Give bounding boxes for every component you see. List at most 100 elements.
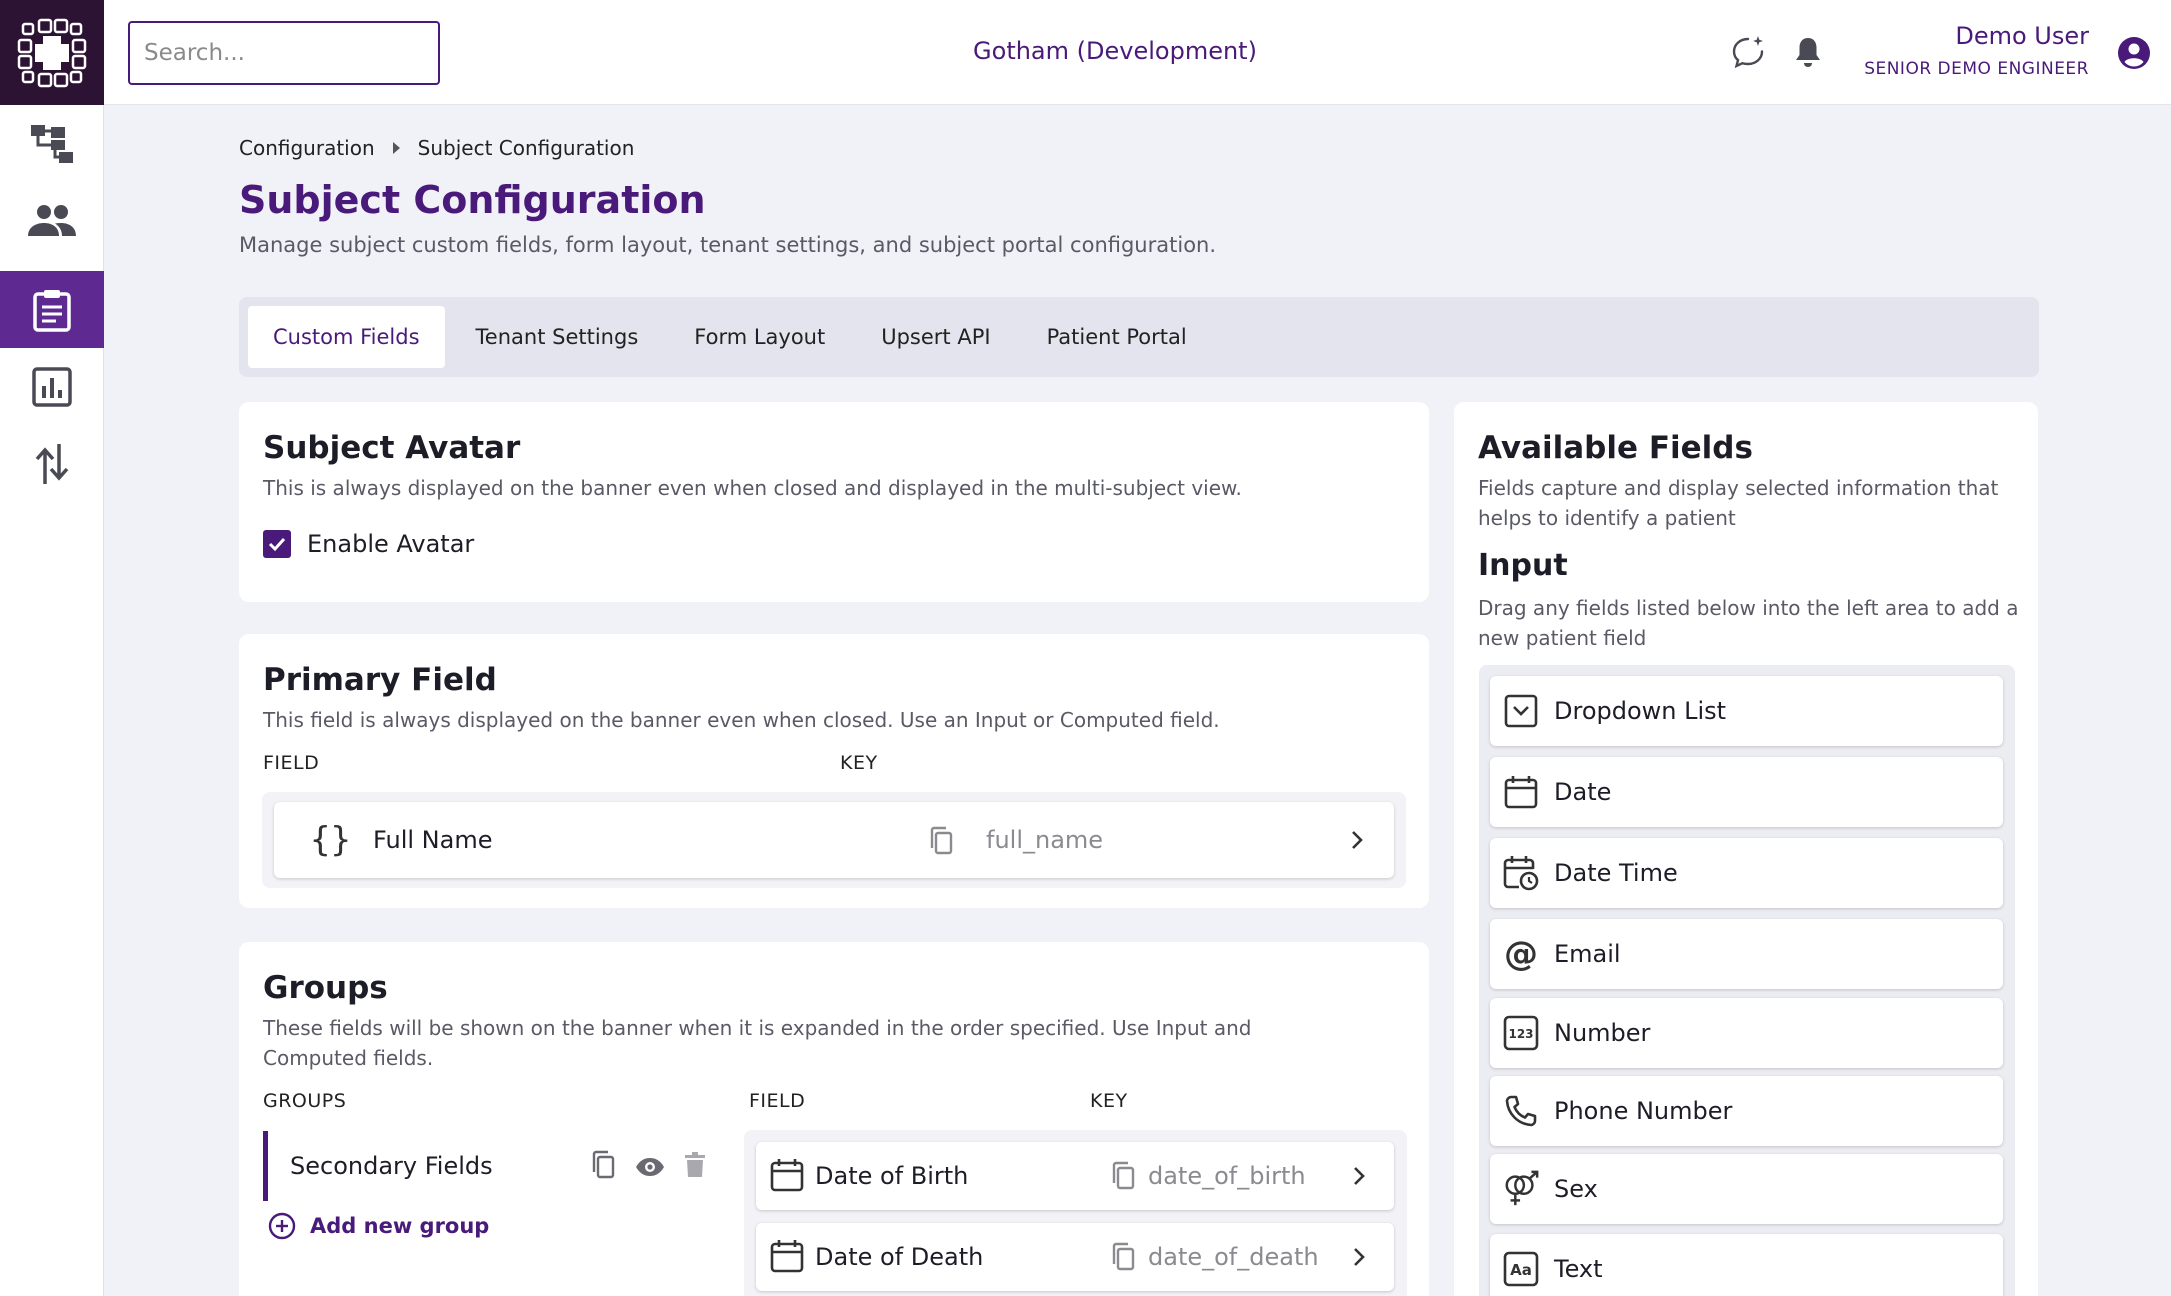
available-field-text[interactable]: Aa Text xyxy=(1490,1234,2003,1296)
available-fields-description-line2: helps to identify a patient xyxy=(1478,506,1736,530)
sidebar-item-reports[interactable] xyxy=(0,348,104,425)
groups-column-header: GROUPS xyxy=(263,1090,347,1112)
swap-vertical-icon xyxy=(35,443,69,484)
eye-icon[interactable] xyxy=(635,1155,665,1183)
available-fields-title: Available Fields xyxy=(1478,430,1753,466)
add-group-button[interactable]: Add new group xyxy=(268,1212,489,1240)
group-field-row[interactable]: Date of Death date_of_death xyxy=(756,1223,1394,1291)
number-icon: 123 xyxy=(1502,1014,1540,1052)
phone-icon xyxy=(1502,1092,1540,1130)
breadcrumb-chevron-icon xyxy=(392,142,400,154)
tab-custom-fields[interactable]: Custom Fields xyxy=(248,306,445,368)
tab-patient-portal[interactable]: Patient Portal xyxy=(1022,306,1212,368)
logo-icon xyxy=(17,18,87,87)
available-field-label: Phone Number xyxy=(1554,1097,1733,1125)
available-fields-description-line1: Fields capture and display selected info… xyxy=(1478,476,1999,500)
sidebar-item-subject-configuration[interactable] xyxy=(0,271,104,348)
enable-avatar-label: Enable Avatar xyxy=(307,530,475,558)
copy-icon[interactable] xyxy=(1110,1242,1136,1278)
sidebar xyxy=(0,105,104,1296)
breadcrumb: Configuration Subject Configuration xyxy=(239,136,634,160)
user-avatar[interactable] xyxy=(2117,36,2151,70)
add-circle-icon xyxy=(268,1212,296,1240)
tab-form-layout[interactable]: Form Layout xyxy=(669,306,850,368)
user-name[interactable]: Demo User xyxy=(1955,22,2089,50)
primary-field-key: full_name xyxy=(986,826,1104,854)
chevron-right-icon[interactable] xyxy=(1352,1165,1366,1193)
subject-avatar-description: This is always displayed on the banner e… xyxy=(263,476,1242,500)
page-subtitle: Manage subject custom fields, form layou… xyxy=(239,233,1217,257)
available-field-label: Sex xyxy=(1554,1175,1598,1203)
available-field-label: Date Time xyxy=(1554,859,1678,887)
bar-chart-icon xyxy=(32,366,72,407)
chevron-right-icon[interactable] xyxy=(1350,829,1364,857)
gender-icon xyxy=(1502,1170,1540,1208)
primary-field-card: Primary Field This field is always displ… xyxy=(239,634,1429,908)
chat-sparkle-icon xyxy=(1732,36,1764,69)
checkbox-checked-icon[interactable] xyxy=(263,530,291,558)
available-field-dropdown-list[interactable]: Dropdown List xyxy=(1490,676,2003,746)
ai-chat-button[interactable] xyxy=(1728,32,1768,72)
copy-icon[interactable] xyxy=(1110,1161,1136,1197)
available-field-label: Text xyxy=(1554,1255,1603,1283)
account-circle-icon xyxy=(2118,37,2150,69)
primary-key-column-header: KEY xyxy=(840,752,878,774)
calendar-icon xyxy=(770,1158,804,1198)
available-field-email[interactable]: @ Email xyxy=(1490,919,2003,989)
svg-text:123: 123 xyxy=(1508,1027,1533,1041)
available-field-date[interactable]: Date xyxy=(1490,757,2003,827)
input-section-title: Input xyxy=(1478,548,1568,583)
input-description-line1: Drag any fields listed below into the le… xyxy=(1478,596,2019,620)
calendar-icon xyxy=(1502,773,1540,811)
computed-braces-icon: {} xyxy=(310,820,351,860)
trash-icon[interactable] xyxy=(684,1152,706,1184)
page-title: Subject Configuration xyxy=(239,178,706,222)
group-item-secondary-fields[interactable]: Secondary Fields xyxy=(263,1131,713,1201)
calendar-icon xyxy=(770,1239,804,1279)
search-input[interactable] xyxy=(128,21,440,85)
groups-title: Groups xyxy=(263,970,388,1006)
add-group-label: Add new group xyxy=(310,1214,490,1238)
chevron-right-icon[interactable] xyxy=(1352,1246,1366,1274)
sidebar-item-hierarchy[interactable] xyxy=(0,105,104,182)
groups-description-line2: Computed fields. xyxy=(263,1046,434,1070)
copy-icon[interactable] xyxy=(928,826,954,862)
tab-upsert-api[interactable]: Upsert API xyxy=(856,306,1015,368)
enable-avatar-checkbox[interactable]: Enable Avatar xyxy=(263,530,474,558)
available-field-sex[interactable]: Sex xyxy=(1490,1154,2003,1224)
subject-avatar-card: Subject Avatar This is always displayed … xyxy=(239,402,1429,602)
breadcrumb-current: Subject Configuration xyxy=(417,136,635,160)
groups-description-line1: These fields will be shown on the banner… xyxy=(263,1016,1252,1040)
primary-field-column-header: FIELD xyxy=(263,752,320,774)
group-field-column-header: FIELD xyxy=(749,1090,806,1112)
primary-field-row[interactable]: {} Full Name full_name xyxy=(274,802,1394,878)
breadcrumb-configuration[interactable]: Configuration xyxy=(239,136,375,160)
calendar-clock-icon xyxy=(1502,854,1540,892)
top-bar: Gotham (Development) Demo User SENIOR DE… xyxy=(0,0,2171,105)
available-field-label: Email xyxy=(1554,940,1621,968)
subject-avatar-title: Subject Avatar xyxy=(263,430,521,466)
groups-card: Groups These fields will be shown on the… xyxy=(239,942,1429,1296)
available-field-phone-number[interactable]: Phone Number xyxy=(1490,1076,2003,1146)
sidebar-item-people[interactable] xyxy=(0,182,104,259)
user-role: SENIOR DEMO ENGINEER xyxy=(1864,59,2089,79)
copy-icon[interactable] xyxy=(590,1150,616,1186)
hierarchy-icon xyxy=(31,124,73,163)
primary-field-name: Full Name xyxy=(373,826,493,854)
notifications-button[interactable] xyxy=(1788,32,1828,72)
group-field-key: date_of_birth xyxy=(1148,1162,1306,1190)
available-field-number[interactable]: 123 Number xyxy=(1490,998,2003,1068)
available-field-label: Dropdown List xyxy=(1554,697,1727,725)
app-logo[interactable] xyxy=(0,0,104,105)
primary-field-title: Primary Field xyxy=(263,662,497,698)
environment-label: Gotham (Development) xyxy=(973,37,1257,65)
available-field-date-time[interactable]: Date Time xyxy=(1490,838,2003,908)
available-field-label: Date xyxy=(1554,778,1612,806)
text-icon: Aa xyxy=(1502,1250,1540,1288)
tab-tenant-settings[interactable]: Tenant Settings xyxy=(451,306,664,368)
primary-field-description: This field is always displayed on the ba… xyxy=(263,708,1220,732)
group-field-row[interactable]: Date of Birth date_of_birth xyxy=(756,1142,1394,1210)
dropdown-icon xyxy=(1502,692,1540,730)
sidebar-item-transfer[interactable] xyxy=(0,425,104,502)
bell-icon xyxy=(1796,38,1820,67)
